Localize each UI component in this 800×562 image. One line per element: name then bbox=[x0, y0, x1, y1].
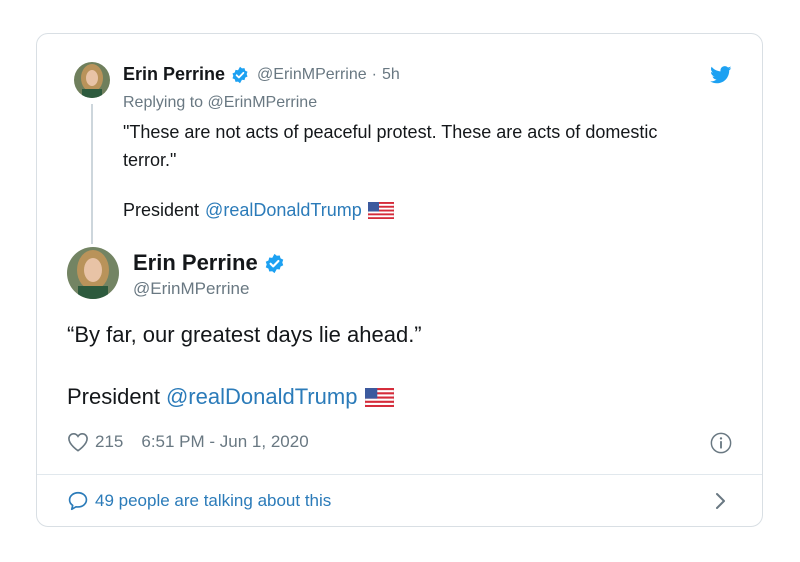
info-icon[interactable] bbox=[710, 432, 732, 454]
speech-bubble-icon bbox=[68, 491, 88, 511]
talking-about-text: 49 people are talking about this bbox=[95, 491, 332, 510]
mention-link[interactable]: @realDonaldTrump bbox=[205, 200, 362, 221]
signature-prefix: President bbox=[67, 384, 160, 409]
parent-time-ago[interactable]: 5h bbox=[382, 66, 400, 84]
us-flag-icon bbox=[365, 387, 395, 407]
main-author-name[interactable]: Erin Perrine bbox=[133, 250, 258, 276]
like-count[interactable]: 215 bbox=[95, 432, 123, 452]
parent-tweet-signature: President @realDonaldTrump bbox=[123, 200, 394, 221]
chevron-right-icon[interactable] bbox=[714, 491, 728, 511]
tweet-meta-row: 215 6:51 PM - Jun 1, 2020 bbox=[67, 432, 309, 452]
main-tweet-text: “By far, our greatest days lie ahead.” bbox=[67, 322, 422, 347]
verified-badge-icon bbox=[265, 253, 283, 273]
parent-author-name[interactable]: Erin Perrine bbox=[123, 64, 225, 85]
footer-divider bbox=[37, 474, 762, 475]
main-avatar[interactable] bbox=[67, 247, 119, 299]
twitter-bird-icon[interactable] bbox=[710, 66, 732, 84]
tweet-embed-card: Erin Perrine @ErinMPerrine · 5h Replying… bbox=[36, 33, 763, 527]
heart-icon[interactable] bbox=[67, 432, 89, 452]
replying-handle-link[interactable]: @ErinMPerrine bbox=[208, 94, 318, 111]
main-tweet-signature: President @realDonaldTrump bbox=[67, 384, 395, 410]
main-tweet-header: Erin Perrine bbox=[133, 250, 285, 276]
replying-to-line: Replying to @ErinMPerrine bbox=[123, 94, 317, 112]
signature-prefix: President bbox=[123, 200, 200, 220]
replying-label: Replying to bbox=[123, 94, 204, 111]
parent-tweet-text: "These are not acts of peaceful protest.… bbox=[123, 122, 658, 170]
parent-tweet-header: Erin Perrine @ErinMPerrine · 5h bbox=[123, 64, 400, 85]
separator-dot: · bbox=[371, 65, 377, 83]
tweet-timestamp[interactable]: 6:51 PM - Jun 1, 2020 bbox=[141, 432, 308, 452]
parent-author-handle[interactable]: @ErinMPerrine bbox=[257, 66, 367, 84]
verified-badge-icon bbox=[232, 66, 248, 83]
talking-about-link[interactable]: 49 people are talking about this bbox=[67, 490, 331, 512]
us-flag-icon bbox=[367, 202, 394, 219]
mention-link[interactable]: @realDonaldTrump bbox=[166, 384, 357, 410]
parent-avatar[interactable] bbox=[74, 62, 110, 98]
main-author-handle[interactable]: @ErinMPerrine bbox=[133, 279, 249, 299]
thread-connector-line bbox=[91, 104, 93, 244]
